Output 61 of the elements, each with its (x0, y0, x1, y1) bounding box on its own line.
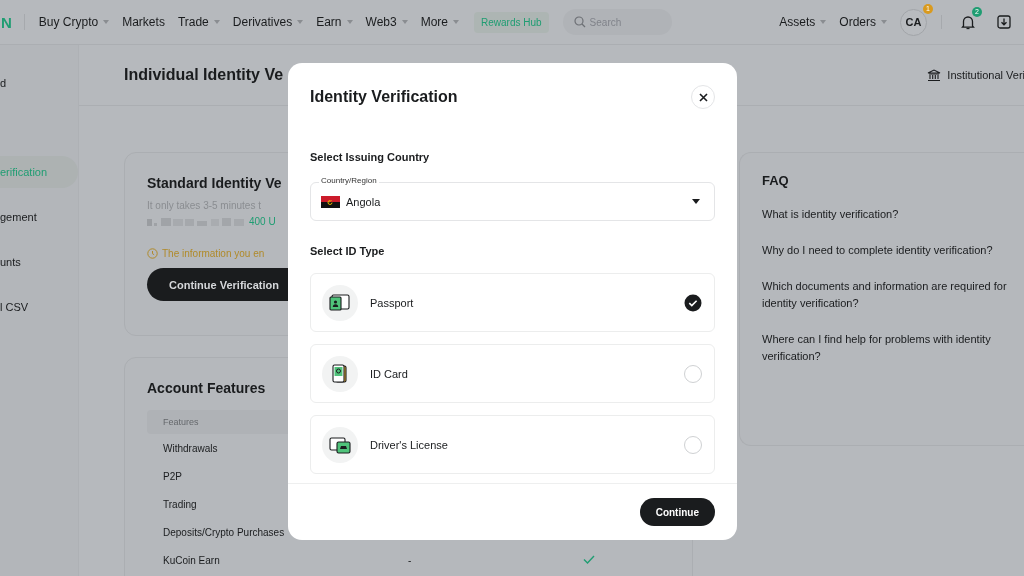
nav-menu-item[interactable]: Derivatives (232, 15, 304, 29)
card-title: Standard Identity Ve (147, 175, 282, 191)
table-cell: - (408, 554, 412, 566)
avatar-button[interactable]: CA (900, 8, 927, 36)
faq-question[interactable]: Why do I need to complete identity verification? (762, 242, 1007, 259)
id-type-option[interactable]: Driver's License (310, 415, 715, 474)
flag-icon (321, 195, 340, 208)
sidebar-item[interactable]: d (0, 67, 78, 99)
warning-text: The information you en (162, 248, 265, 259)
id-type-option[interactable]: ID Card (310, 344, 715, 403)
caret-icon (881, 20, 887, 24)
bell-icon (961, 14, 975, 30)
faq-question[interactable]: Which documents and information are required for identity verification? (762, 278, 1007, 312)
id-type-option[interactable]: Passport (310, 273, 715, 332)
table-cell: P2P (163, 470, 182, 482)
caret-icon (103, 20, 110, 24)
column-header: Features (163, 417, 199, 427)
section-heading: Select ID Type (310, 245, 386, 257)
nav-menu-item[interactable]: Markets (122, 15, 165, 29)
table-cell: Deposits/Crypto Purchases (163, 526, 285, 538)
bank-icon (927, 68, 942, 82)
sidebar-item[interactable]: l CSV (0, 291, 78, 323)
caret-icon (692, 199, 700, 204)
nav-menu-item[interactable]: Assets (779, 15, 827, 29)
sidebar-item[interactable]: unts (0, 246, 78, 278)
table-cell: Trading (163, 498, 197, 510)
page-title: Individual Identity Ve (124, 66, 284, 84)
caret-icon (213, 20, 220, 24)
dialog-title: Identity Verification (310, 88, 458, 106)
caret-icon (401, 20, 408, 24)
nav-menu-item[interactable]: Buy Crypto (38, 15, 110, 29)
nav-menu-item[interactable]: Web3 (365, 15, 408, 29)
close-button[interactable] (691, 85, 715, 109)
nav-menu-item[interactable]: Orders (839, 15, 887, 29)
section-heading: Select Issuing Country (310, 151, 431, 163)
card-title: FAQ (762, 173, 790, 188)
table-cell: KuCoin Earn (163, 554, 220, 566)
caret-icon (346, 20, 353, 24)
caret-icon (453, 20, 459, 24)
card-title: Account Features (147, 380, 266, 396)
field-label: Country/Region (319, 176, 379, 185)
faq-question[interactable]: What is identity verification? (762, 206, 1007, 223)
continue-button[interactable]: Continue (639, 498, 715, 526)
close-icon (698, 92, 708, 102)
nav-menu-item[interactable]: Trade (177, 15, 220, 29)
search-icon (573, 16, 586, 28)
sidebar-item[interactable]: gement (0, 201, 78, 233)
caret-icon (297, 20, 304, 24)
download-icon (997, 15, 1011, 29)
institutional-verification-link[interactable]: Institutional Veri (927, 68, 1024, 82)
nav-menu-item[interactable]: More (420, 15, 459, 29)
radio-button[interactable] (684, 293, 702, 312)
amount-text: 400 U (249, 216, 276, 227)
table-cell: Withdrawals (163, 442, 218, 454)
license-card-icon (329, 435, 351, 454)
id-document-icon (329, 293, 351, 312)
id-card-icon (332, 363, 348, 384)
nav-menu-item[interactable]: Earn (316, 15, 353, 29)
faq-question[interactable]: Where can I find help for problems with identity verification? (762, 331, 1007, 365)
clock-icon (147, 248, 158, 259)
caret-icon (820, 20, 827, 24)
